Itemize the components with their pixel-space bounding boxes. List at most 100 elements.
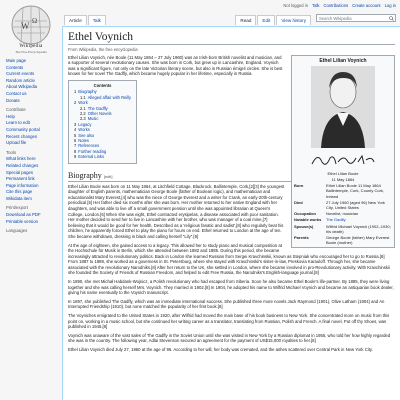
- infobox-key-died: Died: [294, 199, 303, 205]
- nav-what-links-here[interactable]: What links here: [6, 156, 58, 163]
- signature-image: [311, 154, 375, 165]
- toc-title: Contents: [93, 82, 112, 88]
- toc-item-label: Works: [78, 127, 90, 133]
- toc-item-label: The Gadfly: [87, 105, 108, 111]
- portrait-image[interactable]: [311, 65, 375, 148]
- sidebar: W Ω Wikipedia The Free Encyclopedia Main…: [0, 0, 62, 400]
- infobox-key-works: Notable works: [294, 217, 322, 223]
- nav-print-heading: Print/export: [6, 205, 28, 211]
- contributions-link[interactable]: Contributions: [323, 3, 348, 8]
- toc-item-number: 8: [74, 148, 77, 154]
- toc-item-number: 3: [74, 121, 77, 127]
- nav-contact[interactable]: Contact us: [6, 91, 58, 98]
- infobox-val-spouse: Wilfrid Michael Voynich (1902–1930; his …: [326, 223, 391, 234]
- svg-text:Ω: Ω: [32, 17, 37, 25]
- tab-talk[interactable]: Talk: [87, 15, 106, 25]
- toc-list: 1 Biography 1.1 Alleged affair with Reilly 2…: [74, 89, 131, 159]
- page-title: Ethel Voynich: [68, 31, 395, 45]
- nav-upload-file[interactable]: Upload file: [6, 140, 58, 147]
- create-account-link[interactable]: Create account: [352, 3, 380, 8]
- infobox-val-died: 27 July 1960 (aged 96) New York City, Un…: [326, 199, 385, 210]
- infobox-row: Occupation Novelist, musician: [294, 211, 392, 216]
- edit-section-link[interactable]: [edit]: [104, 174, 113, 179]
- toc-item-label: Biography: [78, 89, 97, 95]
- infobox-row: Notable works The Gadfly: [294, 217, 392, 222]
- infobox-val-born: Ethel Lilian Boole 11 May 1864 Ballintem…: [326, 183, 385, 199]
- infobox-row: Died 27 July 1960 (aged 96) New York City…: [294, 200, 392, 210]
- wikipedia-tagline: The Free Encyclopedia: [15, 50, 47, 54]
- toc-item-number: 2.3: [80, 116, 86, 122]
- toc-item-label: Notes: [78, 137, 89, 143]
- search-icon[interactable]: [389, 16, 394, 21]
- svg-text:W: W: [21, 21, 30, 31]
- toc-item-number: 6: [74, 137, 77, 143]
- not-logged-in-label: Not logged in: [283, 3, 309, 8]
- body-paragraph: In 1890, she met Michał Habdank-Wojnicz,…: [68, 279, 394, 296]
- infobox-key-spouse: Spouse(s): [294, 223, 314, 229]
- toc-item-number: 9: [74, 154, 77, 160]
- toc-item-label: Legacy: [78, 121, 92, 127]
- toc-item-label: Other Novels: [87, 110, 112, 116]
- toc-item-number: 5: [74, 132, 77, 138]
- nav-main: Main page Contents Current events Random…: [6, 58, 58, 235]
- nav-about[interactable]: About Wikipedia: [6, 84, 58, 91]
- infobox-key-occupation: Occupation: [294, 211, 317, 217]
- nav-help[interactable]: Help: [6, 114, 58, 121]
- infobox: Ethel Lilian Voynich Ethel Lilian Boole …: [291, 54, 395, 249]
- toc-item-label: External Links: [78, 154, 104, 160]
- toc-item-number: 7: [74, 143, 77, 149]
- infobox-row: Parents George Boole (father) Mary Everes…: [294, 235, 392, 245]
- body-paragraph: In 1897, she published The Gadfly, which…: [68, 298, 385, 310]
- toc-item-label: See also: [78, 132, 95, 138]
- nav-special-pages[interactable]: Special pages: [6, 170, 58, 177]
- toc-item-number: 2: [74, 100, 77, 106]
- nav-community-portal[interactable]: Community portal: [6, 127, 58, 134]
- infobox-key-born: Born: [294, 183, 304, 189]
- infobox-val-parents: George Boole (father) Mary Everest Boole…: [326, 234, 390, 246]
- nav-cite-page[interactable]: Cite this page: [6, 189, 58, 196]
- nav-permanent-link[interactable]: Permanent link: [6, 176, 58, 183]
- site-subtitle: From Wikipedia, the free encyclopedia: [68, 46, 138, 52]
- nav-wikidata-item[interactable]: Wikidata item: [6, 196, 58, 203]
- toc-item-number: 1.1: [80, 94, 86, 100]
- nav-related-changes[interactable]: Related changes: [6, 163, 58, 170]
- tab-article[interactable]: Article: [64, 15, 87, 25]
- toc-item[interactable]: 9 External Links: [74, 154, 131, 159]
- infobox-val-occupation: Novelist, musician: [326, 211, 359, 217]
- toc-item-number: 1: [74, 89, 77, 95]
- nav-tools-heading: Tools: [6, 149, 17, 155]
- infobox-val-works[interactable]: The Gadfly: [326, 217, 392, 222]
- nav-current-events[interactable]: Current events: [6, 71, 58, 78]
- body-paragraph: Ethel Lilian Voynich died July 27, 1960 …: [68, 347, 373, 352]
- top-bar: Not logged in Talk Contributions Create …: [62, 0, 400, 26]
- nav-donate[interactable]: Donate: [6, 98, 58, 105]
- toc-item-label: Work: [78, 100, 88, 106]
- nav-page-information[interactable]: Page information: [6, 183, 58, 190]
- toc-item-number: 2.2: [80, 110, 86, 116]
- tab-view-history[interactable]: View history: [276, 15, 311, 25]
- nav-random-article[interactable]: Random article: [6, 78, 58, 85]
- namespace-tabs: Article Talk: [64, 15, 107, 25]
- tab-edit[interactable]: Edit: [257, 15, 276, 25]
- nav-printable-version[interactable]: Printable version: [6, 219, 58, 226]
- nav-recent-changes[interactable]: Recent changes: [6, 134, 58, 141]
- wikipedia-globe-logo[interactable]: W Ω: [9, 3, 53, 47]
- article-content: Ethel Voynich From Wikipedia, the free e…: [62, 26, 400, 400]
- infobox-row: Born Ethel Lilian Boole 11 May 1864 Balli…: [294, 183, 392, 199]
- infobox-key-parents: Parents: [294, 234, 309, 240]
- search-placeholder: Search Wikipedia: [319, 16, 352, 21]
- personal-tools: Not logged in Talk Contributions Create …: [283, 3, 396, 8]
- search-input[interactable]: Search Wikipedia: [316, 14, 396, 22]
- talk-link[interactable]: Talk: [312, 3, 319, 8]
- log-in-link[interactable]: Log in: [385, 3, 396, 8]
- nav-learn-to-edit[interactable]: Learn to edit: [6, 120, 58, 127]
- nav-download-pdf[interactable]: Download as PDF: [6, 212, 58, 219]
- tab-read[interactable]: Read: [235, 15, 257, 25]
- view-tabs: Read Edit View history: [235, 15, 312, 25]
- wikipedia-wordmark: Wikipedia: [19, 44, 43, 49]
- infobox-title: Ethel Lilian Voynich: [319, 57, 367, 64]
- nav-languages-heading: Languages: [6, 228, 28, 234]
- nav-main-page[interactable]: Main page: [6, 58, 58, 65]
- nav-contents[interactable]: Contents: [6, 65, 58, 72]
- nav-contribute-heading: Contribute: [6, 107, 26, 113]
